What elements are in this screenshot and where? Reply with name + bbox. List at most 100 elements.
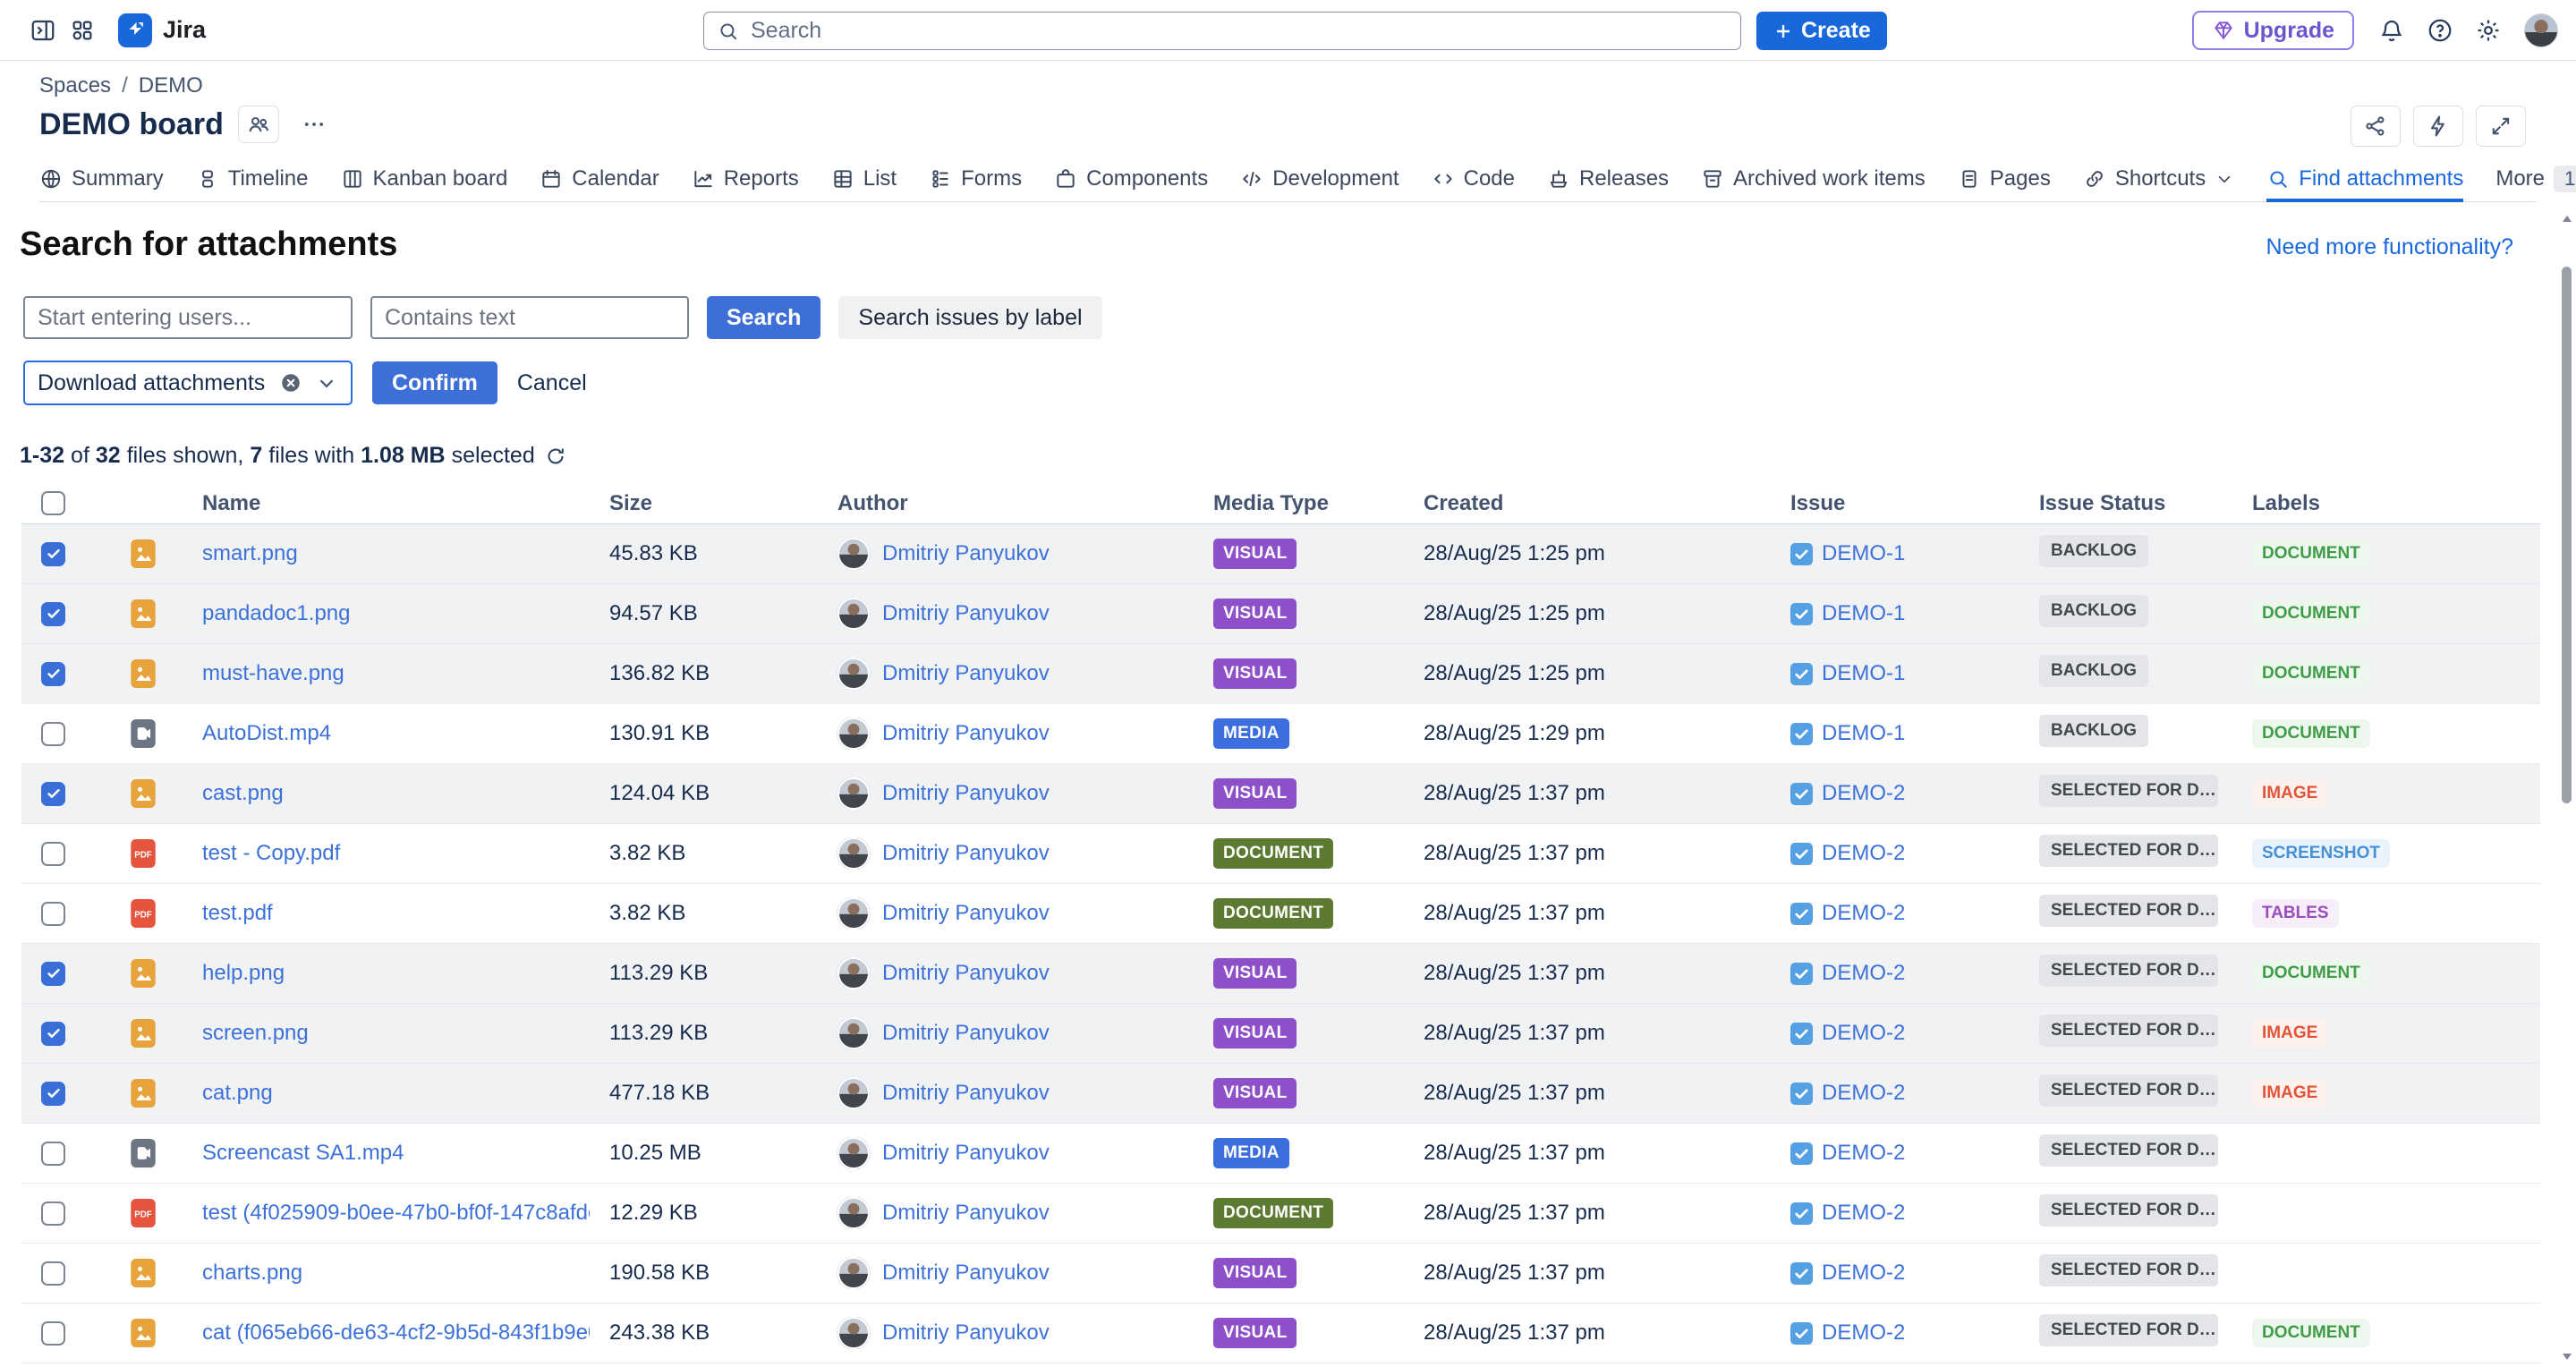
user-avatar[interactable] [2524,13,2558,47]
issue-link[interactable]: DEMO-2 [1822,1141,1905,1166]
help-button[interactable] [2420,11,2460,50]
author-link[interactable]: Dmitriy Panyukov [882,1081,1050,1106]
users-filter-input[interactable] [23,296,353,339]
tab-list[interactable]: List [831,159,897,202]
row-checkbox[interactable] [41,962,65,986]
upgrade-button[interactable]: Upgrade [2192,11,2354,50]
global-search-input[interactable] [749,17,1728,45]
tab-forms[interactable]: Forms [929,159,1022,202]
board-more-button[interactable] [293,106,335,143]
author-link[interactable]: Dmitriy Panyukov [882,601,1050,626]
scroll-down-arrow[interactable] [2561,1350,2573,1363]
file-name-link[interactable]: AutoDist.mp4 [202,721,331,745]
file-name-link[interactable]: must-have.png [202,661,344,685]
issue-link[interactable]: DEMO-2 [1822,961,1905,986]
tab-components[interactable]: Components [1054,159,1208,202]
need-more-functionality-link[interactable]: Need more functionality? [2266,234,2513,260]
tab-summary[interactable]: Summary [39,159,164,202]
issue-link[interactable]: DEMO-2 [1822,1261,1905,1286]
author-link[interactable]: Dmitriy Panyukov [882,721,1050,746]
issue-link[interactable]: DEMO-2 [1822,901,1905,926]
confirm-button[interactable]: Confirm [372,361,497,404]
issue-link[interactable]: DEMO-2 [1822,1201,1905,1226]
select-all-checkbox[interactable] [41,491,65,515]
row-checkbox[interactable] [41,1022,65,1046]
tab-releases[interactable]: Releases [1547,159,1669,202]
author-link[interactable]: Dmitriy Panyukov [882,1320,1050,1346]
tab-shortcuts[interactable]: Shortcuts [2083,159,2234,202]
row-checkbox[interactable] [41,782,65,806]
clear-selection-icon[interactable] [279,371,302,395]
fullscreen-button[interactable] [2476,106,2526,147]
file-name-link[interactable]: help.png [202,961,285,985]
author-link[interactable]: Dmitriy Panyukov [882,841,1050,866]
file-name-link[interactable]: cat.png [202,1081,273,1105]
automation-button[interactable] [2413,106,2463,147]
tab-code[interactable]: Code [1432,159,1515,202]
cancel-button[interactable]: Cancel [517,370,587,396]
tab-pages[interactable]: Pages [1958,159,2051,202]
tab-development[interactable]: Development [1240,159,1399,202]
notifications-button[interactable] [2372,11,2411,50]
board-members-button[interactable] [238,106,279,143]
global-search[interactable] [703,12,1741,50]
scrollbar-thumb[interactable] [2562,267,2572,803]
file-name-link[interactable]: charts.png [202,1261,302,1285]
search-button[interactable]: Search [707,296,820,339]
file-name-link[interactable]: cat (f065eb66-de63-4cf2-9b5d-843f1b9e06… [202,1320,590,1345]
row-checkbox[interactable] [41,602,65,626]
row-checkbox[interactable] [41,1082,65,1106]
scroll-up-arrow[interactable] [2561,213,2573,225]
author-link[interactable]: Dmitriy Panyukov [882,1141,1050,1166]
app-switcher-button[interactable] [63,11,102,50]
issue-link[interactable]: DEMO-1 [1822,721,1905,746]
author-link[interactable]: Dmitriy Panyukov [882,1201,1050,1226]
chevron-down-icon[interactable] [315,371,338,395]
tab-kanban-board[interactable]: Kanban board [341,159,508,202]
sidebar-toggle-button[interactable] [23,11,63,50]
issue-link[interactable]: DEMO-2 [1822,1081,1905,1106]
issue-link[interactable]: DEMO-2 [1822,781,1905,806]
tab-timeline[interactable]: Timeline [196,159,309,202]
tab-calendar[interactable]: Calendar [540,159,659,202]
issue-link[interactable]: DEMO-2 [1822,1021,1905,1046]
create-button[interactable]: Create [1756,12,1887,50]
file-name-link[interactable]: screen.png [202,1021,309,1045]
jira-logo[interactable] [118,13,152,47]
file-name-link[interactable]: test - Copy.pdf [202,841,340,865]
settings-button[interactable] [2469,11,2508,50]
author-link[interactable]: Dmitriy Panyukov [882,1021,1050,1046]
file-name-link[interactable]: pandadoc1.png [202,601,351,625]
author-link[interactable]: Dmitriy Panyukov [882,961,1050,986]
file-name-link[interactable]: test.pdf [202,901,273,925]
tab-archived-work-items[interactable]: Archived work items [1701,159,1926,202]
row-checkbox[interactable] [41,842,65,866]
share-button[interactable] [2351,106,2401,147]
file-name-link[interactable]: test (4f025909-b0ee-47b0-bf0f-147c8afdea… [202,1201,590,1225]
breadcrumb-demo[interactable]: DEMO [139,73,203,98]
issue-link[interactable]: DEMO-1 [1822,661,1905,686]
author-link[interactable]: Dmitriy Panyukov [882,661,1050,686]
row-checkbox[interactable] [41,1201,65,1226]
author-link[interactable]: Dmitriy Panyukov [882,901,1050,926]
issue-link[interactable]: DEMO-1 [1822,601,1905,626]
tab-find-attachments[interactable]: Find attachments [2266,159,2463,202]
row-checkbox[interactable] [41,542,65,566]
file-name-link[interactable]: smart.png [202,541,298,565]
row-checkbox[interactable] [41,1321,65,1346]
file-name-link[interactable]: cast.png [202,781,284,805]
action-select[interactable]: Download attachments [23,361,353,405]
row-checkbox[interactable] [41,1142,65,1166]
issue-link[interactable]: DEMO-1 [1822,541,1905,566]
row-checkbox[interactable] [41,662,65,686]
row-checkbox[interactable] [41,902,65,926]
author-link[interactable]: Dmitriy Panyukov [882,541,1050,566]
contains-text-input[interactable] [370,296,689,339]
tab-more[interactable]: More1 [2495,159,2576,202]
file-name-link[interactable]: Screencast SA1.mp4 [202,1141,404,1165]
row-checkbox[interactable] [41,722,65,746]
row-checkbox[interactable] [41,1261,65,1286]
breadcrumb-spaces[interactable]: Spaces [39,73,111,98]
author-link[interactable]: Dmitriy Panyukov [882,1261,1050,1286]
issue-link[interactable]: DEMO-2 [1822,841,1905,866]
